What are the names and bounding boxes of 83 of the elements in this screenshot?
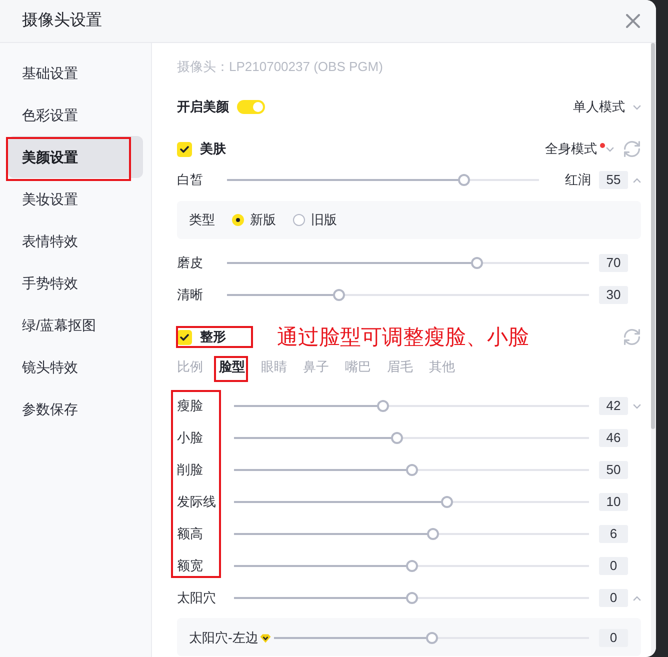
radio-option[interactable]: 旧版 (293, 210, 337, 230)
value-field[interactable]: 0 (599, 629, 628, 647)
slider-thumb[interactable] (333, 289, 346, 301)
checkbox[interactable] (177, 330, 192, 344)
slider-track[interactable] (227, 174, 539, 186)
window-title: 摄像头设置 (22, 10, 102, 31)
close-button[interactable] (626, 14, 640, 28)
sidebar-item[interactable]: 手势特效 (8, 262, 143, 304)
reset-button[interactable] (624, 141, 640, 157)
chevron-up-icon[interactable] (633, 596, 641, 600)
slider-track[interactable] (227, 289, 589, 301)
value-field[interactable]: 6 (599, 525, 628, 543)
slider-label: 削脸 (177, 462, 203, 477)
slider-track[interactable] (274, 632, 589, 644)
value-field[interactable]: 70 (599, 254, 628, 272)
sidebar-item[interactable]: 参数保存 (8, 388, 143, 430)
slider-label: 额高 (177, 526, 203, 541)
slider-thumb[interactable] (441, 496, 453, 508)
mode-dropdown[interactable]: 单人模式 (573, 97, 641, 117)
slider-track[interactable] (234, 560, 589, 572)
slider-track[interactable] (227, 257, 589, 269)
value-field[interactable]: 10 (599, 493, 628, 511)
refresh-icon (624, 329, 640, 345)
slider-track[interactable] (234, 464, 589, 476)
slider-label: 磨皮 (177, 255, 203, 270)
chevron-down-icon[interactable] (633, 404, 641, 408)
option-label: 类型 (189, 211, 215, 230)
sidebar-item[interactable]: 绿/蓝幕抠图 (8, 304, 143, 346)
check-icon (180, 146, 189, 152)
slider-track[interactable] (234, 496, 589, 508)
slider-label: 发际线 (177, 494, 216, 509)
slider-label: 额宽 (177, 558, 203, 573)
sidebar-item[interactable]: 美妆设置 (8, 178, 143, 220)
sidebar-item[interactable]: 表情特效 (8, 220, 143, 262)
slider-label: 瘦脸 (177, 398, 203, 413)
slider-thumb[interactable] (391, 432, 404, 444)
slider-track[interactable] (234, 528, 589, 540)
mode-dropdown[interactable]: 全身模式 (545, 139, 614, 159)
slider-label: 白皙 (177, 172, 203, 187)
slider-label: 太阳穴-左边 (189, 629, 258, 648)
refresh-icon (624, 141, 640, 157)
sidebar-item[interactable]: 镜头特效 (8, 346, 143, 388)
scrollbar-thumb[interactable] (651, 43, 655, 429)
close-icon (626, 14, 640, 28)
slider-thumb[interactable] (406, 464, 418, 476)
value-field[interactable]: 0 (599, 557, 628, 575)
slider-label: 清晰 (177, 287, 203, 302)
check-icon (180, 334, 189, 340)
section-title: 美肤 (200, 140, 226, 158)
beauty-toggle[interactable] (237, 100, 265, 114)
reset-button[interactable] (624, 329, 640, 345)
slider-thumb[interactable] (406, 560, 418, 572)
sidebar-item[interactable]: 美颜设置 (8, 136, 143, 178)
slider-thumb[interactable] (377, 400, 390, 412)
checkbox[interactable] (177, 142, 192, 156)
annotation-text: 通过脸型可调整瘦脸、小脸 (277, 326, 529, 348)
slider-label: 小脸 (177, 430, 203, 445)
slider-label: 太阳穴 (177, 590, 216, 605)
tab[interactable]: 脸型 (219, 357, 245, 377)
toggle-label: 开启美颜 (177, 98, 229, 116)
sidebar-item[interactable]: 基础设置 (8, 52, 143, 94)
radio-option[interactable]: 新版 (232, 210, 276, 230)
slider-track[interactable] (234, 432, 589, 444)
chevron-down-icon (606, 146, 614, 152)
slider-track[interactable] (234, 592, 589, 604)
value-field[interactable]: 0 (599, 589, 628, 607)
value-field[interactable]: 50 (599, 461, 628, 479)
slider-track[interactable] (234, 400, 589, 412)
slider-thumb[interactable] (470, 257, 483, 269)
chevron-up-icon[interactable] (633, 178, 641, 182)
section-title: 整形 (200, 328, 226, 346)
value-field[interactable]: 42 (599, 397, 628, 415)
slider-thumb[interactable] (406, 592, 418, 604)
slider-thumb[interactable] (458, 174, 470, 186)
slider-thumb[interactable] (426, 528, 439, 540)
value-field[interactable]: 46 (599, 429, 628, 447)
value-field[interactable]: 30 (599, 286, 628, 304)
sidebar-item[interactable]: 色彩设置 (8, 94, 143, 136)
chevron-down-icon (633, 104, 641, 110)
slider-label: 红润 (565, 171, 591, 190)
camera-label: 摄像头：LP210700237 (OBS PGM) (177, 58, 383, 76)
slider-thumb[interactable] (426, 632, 438, 644)
value-field[interactable]: 55 (599, 171, 628, 189)
